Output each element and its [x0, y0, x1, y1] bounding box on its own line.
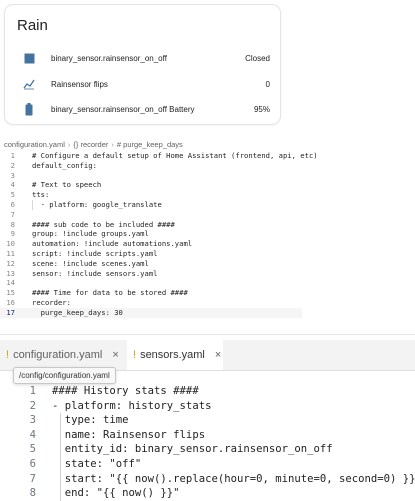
entity-name: binary_sensor.rainsensor_on_off	[51, 53, 167, 63]
code-line: 16 recorder:	[6, 297, 71, 307]
file-icon: !	[6, 349, 10, 361]
entity-name: binary_sensor.rainsensor_on_off Battery	[51, 104, 195, 114]
tab-label: sensors.yaml	[140, 349, 205, 361]
code-line: 10 automation: !include automations.yaml	[6, 239, 193, 249]
code-line: 4 name: Rainsensor flips	[29, 428, 206, 441]
code-line: 13 sensor: !include sensors.yaml	[6, 268, 158, 278]
code-line: 7 start: "{{ now().replace(hour=0, minut…	[29, 472, 415, 485]
tab-configuration-yaml[interactable]: ! configuration.yaml ×	[0, 340, 126, 370]
code-line: 5 tts:	[10, 190, 50, 200]
tab-label: configuration.yaml	[13, 349, 103, 361]
rain-entities-card: Rain binary_sensor.rainsensor_on_off Clo…	[5, 5, 280, 124]
close-icon[interactable]: ×	[112, 349, 118, 361]
chevron-right-icon: ›	[111, 140, 114, 149]
code-line: 5 entity_id: binary_sensor.rainsensor_on…	[29, 443, 333, 456]
code-line: 3 type: time	[29, 414, 129, 427]
close-icon[interactable]: ×	[215, 349, 221, 361]
code-line: 1 #### History stats ####	[29, 385, 199, 397]
entity-name: Rainsensor flips	[51, 79, 108, 89]
file-icon: !	[133, 349, 137, 361]
chart-line-icon	[23, 78, 35, 90]
entity-row-rainsensor-flips[interactable]: Rainsensor flips 0	[5, 71, 280, 97]
section-divider	[0, 334, 415, 335]
breadcrumb-file[interactable]: configuration.yaml	[4, 140, 65, 149]
entity-state: 95%	[253, 104, 270, 114]
code-line: 2- platform: history_stats	[29, 399, 212, 412]
configuration-editor[interactable]: configuration.yaml › {} recorder › # pur…	[0, 138, 318, 330]
entity-state: 0	[265, 79, 270, 89]
code-line: 15 #### Time for data to be stored ####	[6, 288, 188, 298]
code-line: 11 script: !include scripts.yaml	[6, 248, 158, 258]
code-line: 8 #### sub code to be included ####	[10, 219, 175, 229]
entity-row-rainsensor-on-off[interactable]: binary_sensor.rainsensor_on_off Closed	[5, 45, 280, 71]
code-line: 6 - platform: google_translate	[10, 199, 162, 209]
code-line: 7	[10, 209, 15, 219]
code-line: 12 scene: !include scenes.yaml	[6, 258, 149, 268]
entity-state: Closed	[245, 53, 270, 63]
card-title: Rain	[17, 17, 48, 34]
code-area[interactable]: 1 # Configure a default setup of Home Ass…	[0, 151, 318, 318]
code-line: 9 group: !include groups.yaml	[10, 229, 149, 239]
code-line: 1 # Configure a default setup of Home Ass…	[10, 151, 318, 160]
code-line: 4 # Text to speech	[10, 180, 102, 190]
breadcrumb-purge-keep-days[interactable]: # purge_keep_days	[117, 140, 183, 149]
code-line: 6 state: "off"	[29, 457, 142, 470]
tab-sensors-yaml[interactable]: ! sensors.yaml ×	[127, 340, 223, 370]
chevron-right-icon: ›	[67, 140, 71, 149]
square-icon	[23, 52, 35, 64]
code-line-active: 17 purge_keep_days: 30	[0, 307, 302, 318]
entity-row-battery[interactable]: binary_sensor.rainsensor_on_off Battery …	[5, 96, 280, 122]
code-line: 14	[6, 278, 15, 288]
breadcrumb-recorder[interactable]: {} recorder	[73, 140, 108, 149]
sensors-code-area[interactable]: 1 #### History stats #### 2- platform: hi…	[0, 384, 415, 501]
tab-path-tooltip: /config/configuration.yaml	[13, 367, 116, 384]
code-line: 2 default_config:	[10, 160, 97, 170]
code-line: 8 end: "{{ now() }}"	[29, 487, 180, 500]
breadcrumb: configuration.yaml › {} recorder › # pur…	[4, 140, 183, 149]
battery-icon	[23, 102, 35, 115]
code-line: 3	[10, 170, 15, 180]
